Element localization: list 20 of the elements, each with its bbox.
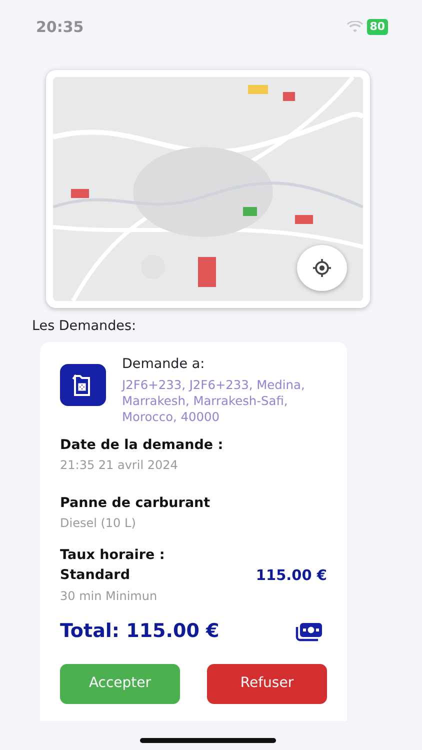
service-detail: Diesel (10 L): [60, 516, 137, 531]
total-amount: Total: 115.00 €: [60, 620, 220, 644]
refuse-button[interactable]: Refuser: [207, 664, 327, 704]
date-label: Date de la demande :: [60, 437, 224, 454]
battery-level: 80: [366, 18, 388, 36]
rate-name: Standard: [60, 567, 130, 584]
cash-icon: [295, 622, 323, 642]
rate-label: Taux horaire :: [60, 546, 166, 564]
status-time: 20:35: [36, 16, 84, 38]
rate-price: 115.00 €: [256, 566, 327, 585]
accept-button[interactable]: Accepter: [60, 664, 180, 704]
wifi-icon: [346, 21, 363, 33]
service-label: Panne de carburant: [60, 495, 212, 512]
address-text: J2F6+233, J2F6+233, Medina, Marrakesh, Marrakesh-Safi, Morocco, 40000: [122, 377, 306, 426]
locate-icon: [312, 258, 332, 278]
request-heading: Demande a:: [122, 356, 206, 374]
request-date: 21:35 21 avril 2024: [60, 458, 179, 473]
section-title: Les Demandes:: [32, 317, 138, 336]
fuel-can-icon: [60, 364, 106, 406]
rate-note: 30 min Minimun: [60, 588, 158, 604]
